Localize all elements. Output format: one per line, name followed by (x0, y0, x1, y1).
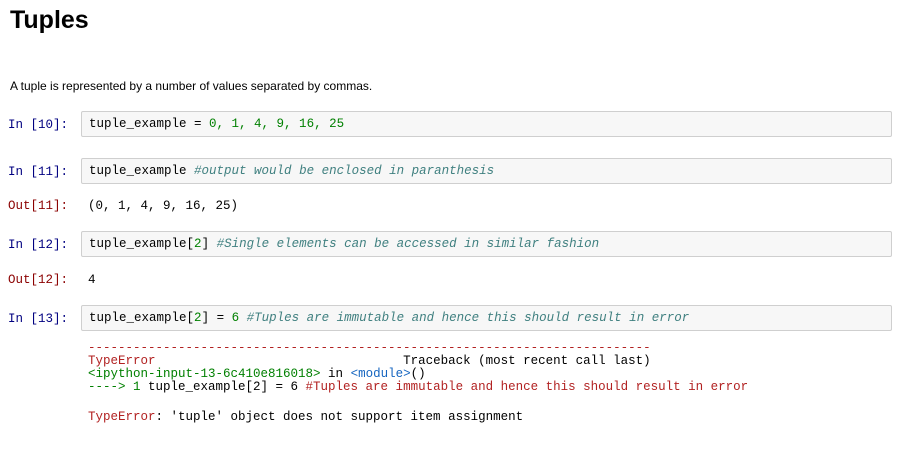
code-comment: #Tuples are immutable and hence this sho… (246, 311, 690, 325)
code-bracket-open: [ (186, 237, 195, 251)
code-cell-10[interactable]: tuple_example = 0, 1, 4, 9, 16, 25 (81, 111, 892, 137)
code-bracket-open: [ (186, 311, 195, 325)
code-comment: #Single elements can be accessed in simi… (216, 237, 600, 251)
code-bracket-close: ] (201, 237, 210, 251)
traceback-line-comment: #Tuples are immutable and hence this sho… (305, 380, 749, 394)
code-operator: = (186, 117, 210, 131)
code-comment: #output would be enclosed in paranthesis (194, 164, 495, 178)
out-prompt-12: Out[12]: (8, 273, 69, 287)
code-variable: tuple_example (89, 164, 187, 178)
code-bracket-close: ] (201, 311, 210, 325)
output-12: 4 (88, 273, 96, 287)
in-prompt-11: In [11]: (8, 165, 69, 179)
traceback-module-ref: <module> (350, 367, 411, 381)
code-index: 2 (194, 237, 202, 251)
traceback-code-line: ----> 1 tuple_example[2] = 6 #Tuples are… (88, 381, 748, 394)
traceback-arrow: ----> 1 (88, 380, 149, 394)
in-prompt-13: In [13]: (8, 312, 69, 326)
traceback-input-ref: <ipython-input-13-6c410e816018> (88, 367, 321, 381)
section-heading: Tuples (10, 6, 89, 34)
code-operator: = (209, 311, 232, 325)
in-prompt-10: In [10]: (8, 118, 69, 132)
in-prompt-12: In [12]: (8, 238, 69, 252)
code-cell-12[interactable]: tuple_example[2] #Single elements can be… (81, 231, 892, 257)
traceback-module-suffix: () (410, 367, 426, 381)
traceback-header-right: Traceback (most recent call last) (403, 354, 651, 368)
traceback-final-type: TypeError (88, 410, 156, 424)
code-variable: tuple_example (89, 237, 187, 251)
traceback-spacer (156, 354, 404, 368)
description-text: A tuple is represented by a number of va… (10, 79, 373, 93)
traceback-final-message: : 'tuple' object does not support item a… (155, 410, 524, 424)
code-cell-11[interactable]: tuple_example #output would be enclosed … (81, 158, 892, 184)
code-cell-13[interactable]: tuple_example[2] = 6 #Tuples are immutab… (81, 305, 892, 331)
traceback-line-code: tuple_example[2] = 6 (148, 380, 306, 394)
out-prompt-11: Out[11]: (8, 199, 69, 213)
output-11: (0, 1, 4, 9, 16, 25) (88, 199, 239, 213)
code-index: 2 (194, 311, 202, 325)
code-variable: tuple_example (89, 311, 187, 325)
traceback-error-type: TypeError (88, 354, 156, 368)
traceback-in-word: in (320, 367, 351, 381)
code-value: 6 (231, 311, 240, 325)
code-variable: tuple_example (89, 117, 187, 131)
code-values: 0, 1, 4, 9, 16, 25 (209, 117, 345, 131)
traceback-final: TypeError: 'tuple' object does not suppo… (88, 411, 523, 424)
